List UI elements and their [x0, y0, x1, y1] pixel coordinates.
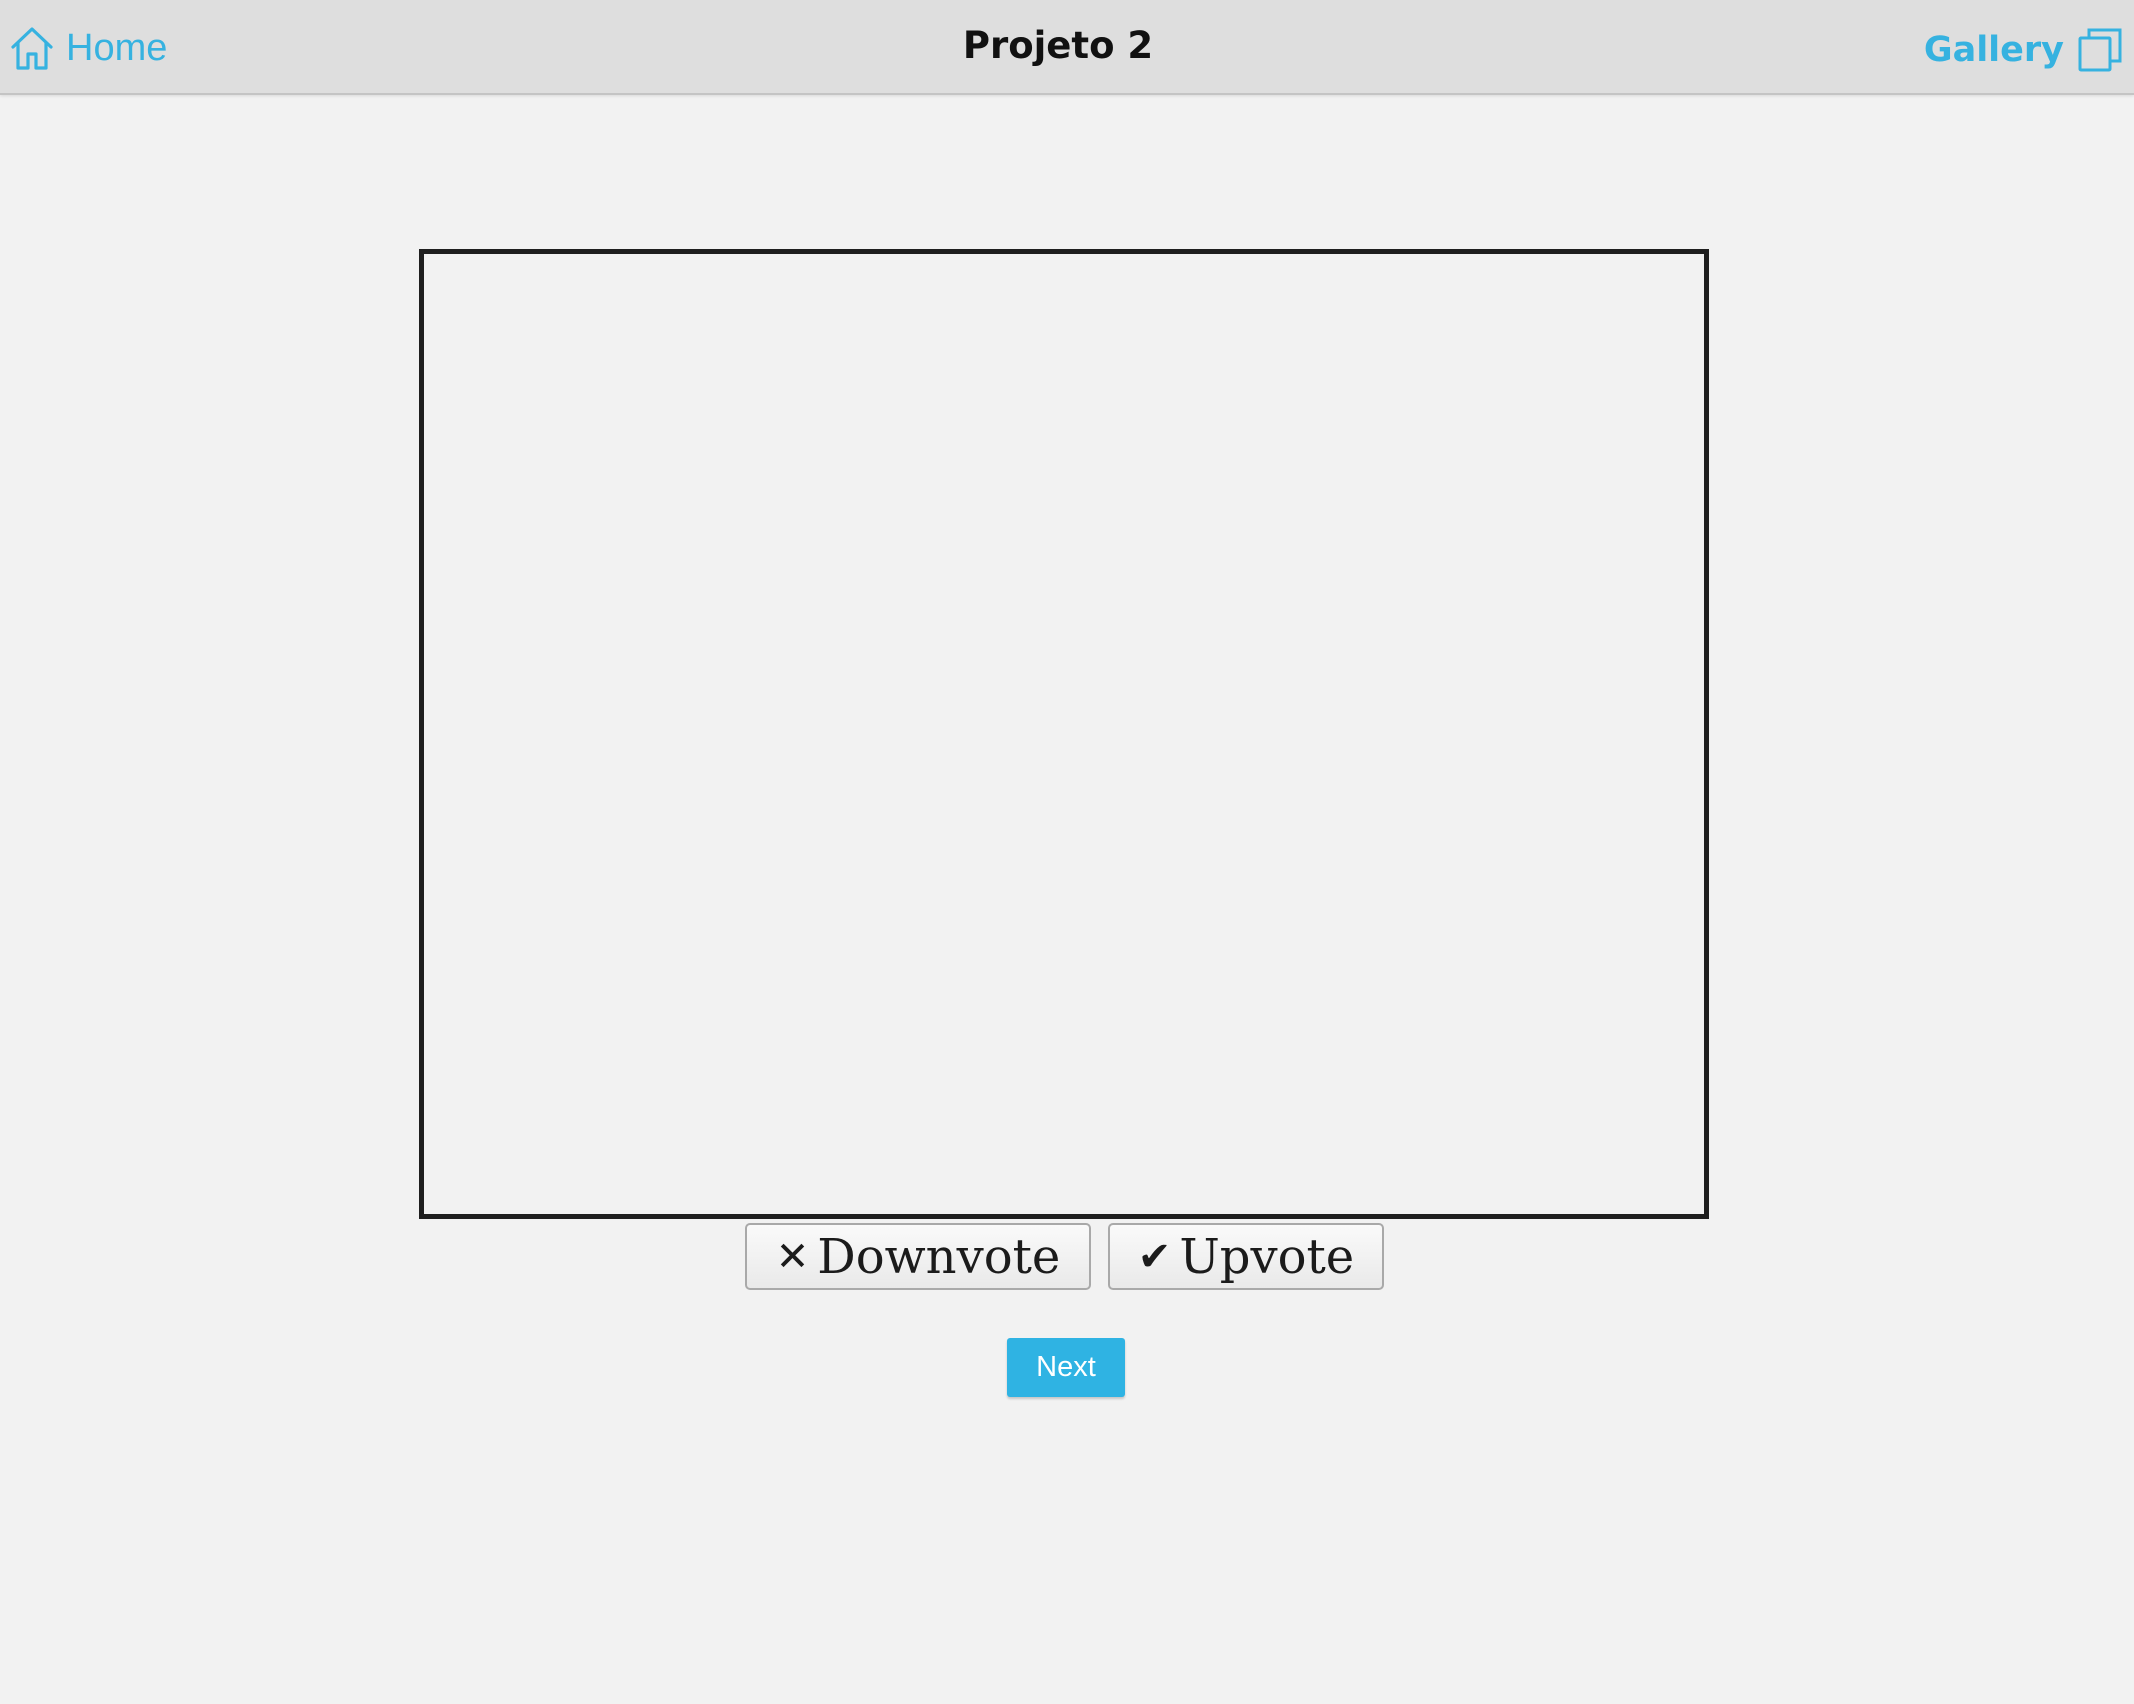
vote-buttons: ✕ Downvote ✔ Upvote — [0, 1223, 2134, 1290]
gallery-icon — [2078, 28, 2122, 72]
next-button[interactable]: Next — [1007, 1338, 1125, 1397]
downvote-label: Downvote — [817, 1228, 1061, 1285]
upvote-label: Upvote — [1179, 1228, 1355, 1285]
gallery-link[interactable]: Gallery — [1924, 22, 2122, 78]
drawing-canvas[interactable] — [419, 249, 1709, 1219]
top-bar: Home Projeto 2 Gallery — [0, 0, 2134, 95]
gallery-label: Gallery — [1923, 29, 2064, 70]
close-icon: ✕ — [775, 1233, 810, 1280]
checkmark-icon: ✔ — [1137, 1233, 1172, 1280]
page-title: Projeto 2 — [962, 24, 1154, 67]
upvote-button[interactable]: ✔ Upvote — [1108, 1223, 1384, 1290]
downvote-button[interactable]: ✕ Downvote — [745, 1223, 1091, 1290]
